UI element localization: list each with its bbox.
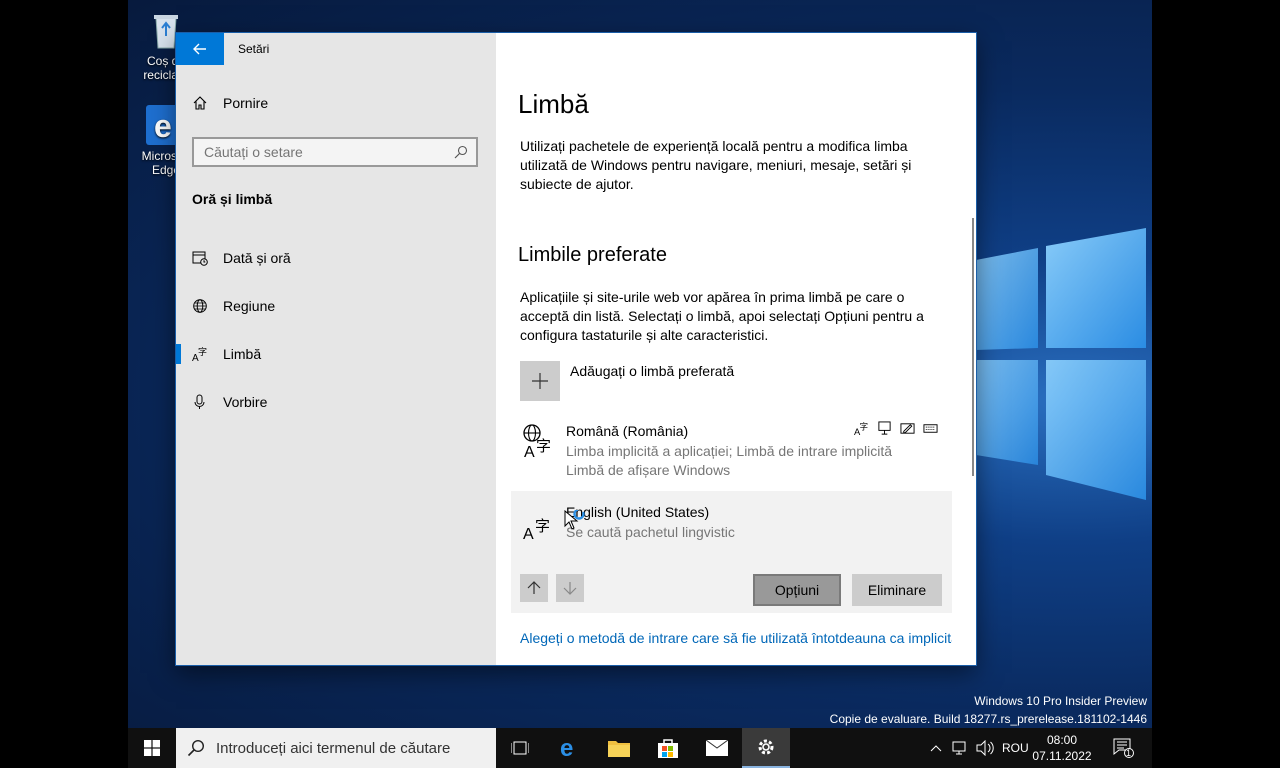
action-center-button[interactable]: 1 bbox=[1104, 728, 1144, 768]
svg-text:e: e bbox=[560, 737, 573, 759]
sidebar-item-language[interactable]: A字 Limbă bbox=[176, 334, 496, 374]
sidebar: Setări Pornire Oră și limbă Dată și oră … bbox=[176, 33, 496, 665]
language-feature-icons: A字 bbox=[854, 421, 938, 436]
windows-icon bbox=[144, 740, 160, 756]
plus-icon bbox=[532, 373, 548, 389]
nav-home[interactable]: Pornire bbox=[192, 95, 268, 111]
content-pane: Limbă Utilizați pachetele de experiență … bbox=[496, 33, 976, 665]
svg-text:字: 字 bbox=[198, 346, 207, 358]
windows-logo-wallpaper bbox=[976, 228, 1146, 500]
search-icon bbox=[446, 145, 476, 159]
text-to-speech-icon bbox=[878, 421, 891, 435]
svg-text:A: A bbox=[524, 444, 535, 459]
sidebar-item-speech[interactable]: Vorbire bbox=[176, 382, 496, 422]
task-view-button[interactable] bbox=[496, 728, 544, 768]
sidebar-item-date-time[interactable]: Dată și oră bbox=[176, 238, 496, 278]
language-name: Română (România) bbox=[566, 423, 689, 439]
add-language-label[interactable]: Adăugați o limbă preferată bbox=[570, 363, 734, 379]
settings-window: Setări Pornire Oră și limbă Dată și oră … bbox=[176, 33, 976, 665]
folder-icon bbox=[608, 741, 630, 757]
microphone-icon bbox=[192, 394, 208, 410]
taskbar-file-explorer[interactable] bbox=[595, 728, 643, 768]
language-desc-line1: Limba implicită a aplicației; Limbă de i… bbox=[566, 443, 893, 459]
watermark-line2: Copie de evaluare. Build 18277.rs_prerel… bbox=[829, 712, 1147, 726]
search-icon bbox=[176, 739, 216, 757]
nav-home-label: Pornire bbox=[223, 95, 269, 111]
taskbar-search-placeholder: Introduceți aici termenul de căutare bbox=[216, 739, 451, 757]
mail-icon bbox=[706, 740, 728, 756]
preferred-languages-heading: Limbile preferate bbox=[518, 244, 667, 266]
selection-indicator bbox=[176, 344, 181, 364]
notification-count: 1 bbox=[1126, 748, 1132, 758]
gear-icon bbox=[758, 739, 774, 755]
move-up-button[interactable] bbox=[520, 574, 548, 602]
sidebar-item-region[interactable]: Regiune bbox=[176, 286, 496, 326]
taskbar-mail[interactable] bbox=[693, 728, 741, 768]
svg-text:字: 字 bbox=[536, 437, 551, 455]
arrow-left-icon bbox=[193, 43, 206, 55]
arrow-up-icon bbox=[527, 581, 541, 594]
network-icon[interactable] bbox=[952, 740, 970, 756]
arrow-down-icon bbox=[563, 582, 577, 595]
language-icon: A 字 bbox=[523, 517, 550, 541]
remove-button[interactable]: Eliminare bbox=[852, 574, 942, 606]
taskbar-settings[interactable] bbox=[742, 728, 790, 768]
svg-text:字: 字 bbox=[535, 517, 550, 535]
sidebar-item-label: Dată și oră bbox=[223, 250, 291, 266]
mouse-cursor-busy-icon bbox=[564, 510, 585, 530]
clock[interactable]: 08:00 07.11.2022 bbox=[1032, 732, 1092, 764]
search-input[interactable] bbox=[194, 143, 446, 161]
language-globe-icon: A 字 bbox=[523, 424, 551, 459]
taskbar-search-box[interactable]: Introduceți aici termenul de căutare bbox=[176, 728, 496, 768]
notification-icon bbox=[1113, 738, 1134, 758]
sidebar-item-label: Regiune bbox=[223, 298, 276, 314]
task-view-icon bbox=[511, 741, 529, 755]
input-language-indicator[interactable]: ROU bbox=[1002, 741, 1029, 755]
move-down-button[interactable] bbox=[556, 574, 584, 602]
handwriting-icon bbox=[900, 423, 915, 434]
add-language-button[interactable] bbox=[520, 361, 560, 401]
page-title: Limbă bbox=[518, 89, 589, 119]
watermark-line1: Windows 10 Pro Insider Preview bbox=[974, 694, 1147, 708]
volume-icon[interactable] bbox=[976, 740, 994, 756]
sidebar-item-label: Vorbire bbox=[223, 394, 268, 410]
language-icon: A字 bbox=[192, 346, 208, 362]
section-title: Oră și limbă bbox=[192, 191, 273, 207]
options-button[interactable]: Opțiuni bbox=[753, 574, 841, 606]
svg-text:A: A bbox=[523, 526, 534, 541]
globe-icon bbox=[192, 298, 208, 314]
keyboard-icon bbox=[923, 424, 938, 433]
home-icon bbox=[193, 96, 207, 110]
start-button[interactable] bbox=[128, 728, 176, 768]
title-bar[interactable]: Setări bbox=[176, 33, 496, 65]
svg-text:e: e bbox=[154, 108, 172, 144]
taskbar-edge[interactable]: e bbox=[546, 728, 594, 768]
taskbar-store[interactable] bbox=[644, 728, 692, 768]
display-language-icon: A字 bbox=[854, 421, 868, 436]
taskbar: Introduceți aici termenul de căutare e R… bbox=[128, 728, 1152, 768]
system-tray: ROU bbox=[930, 728, 1029, 768]
scrollbar[interactable] bbox=[972, 218, 974, 476]
sidebar-item-label: Limbă bbox=[223, 346, 262, 362]
language-desc-line1: Se caută pachetul lingvistic bbox=[566, 524, 735, 540]
preferred-languages-description: Aplicațiile și site-urile web vor apărea… bbox=[520, 289, 924, 343]
calendar-clock-icon bbox=[192, 250, 208, 266]
clock-time: 08:00 bbox=[1046, 733, 1078, 747]
back-button[interactable] bbox=[176, 33, 224, 65]
store-icon bbox=[658, 739, 678, 758]
chevron-up-icon[interactable] bbox=[930, 744, 942, 752]
clock-date: 07.11.2022 bbox=[1032, 749, 1092, 763]
app-title: Setări bbox=[238, 42, 270, 56]
intro-text: Utilizați pachetele de experiență locală… bbox=[520, 138, 912, 192]
svg-text:字: 字 bbox=[860, 421, 868, 431]
language-item-romanian[interactable]: A 字 Română (România) Limba implicită a a… bbox=[512, 413, 952, 483]
search-settings[interactable] bbox=[192, 137, 478, 167]
language-desc-line2: Limbă de afișare Windows bbox=[566, 462, 731, 478]
default-input-method-link[interactable]: Alegeți o metodă de intrare care să fie … bbox=[520, 630, 952, 646]
edge-icon: e bbox=[560, 737, 573, 759]
